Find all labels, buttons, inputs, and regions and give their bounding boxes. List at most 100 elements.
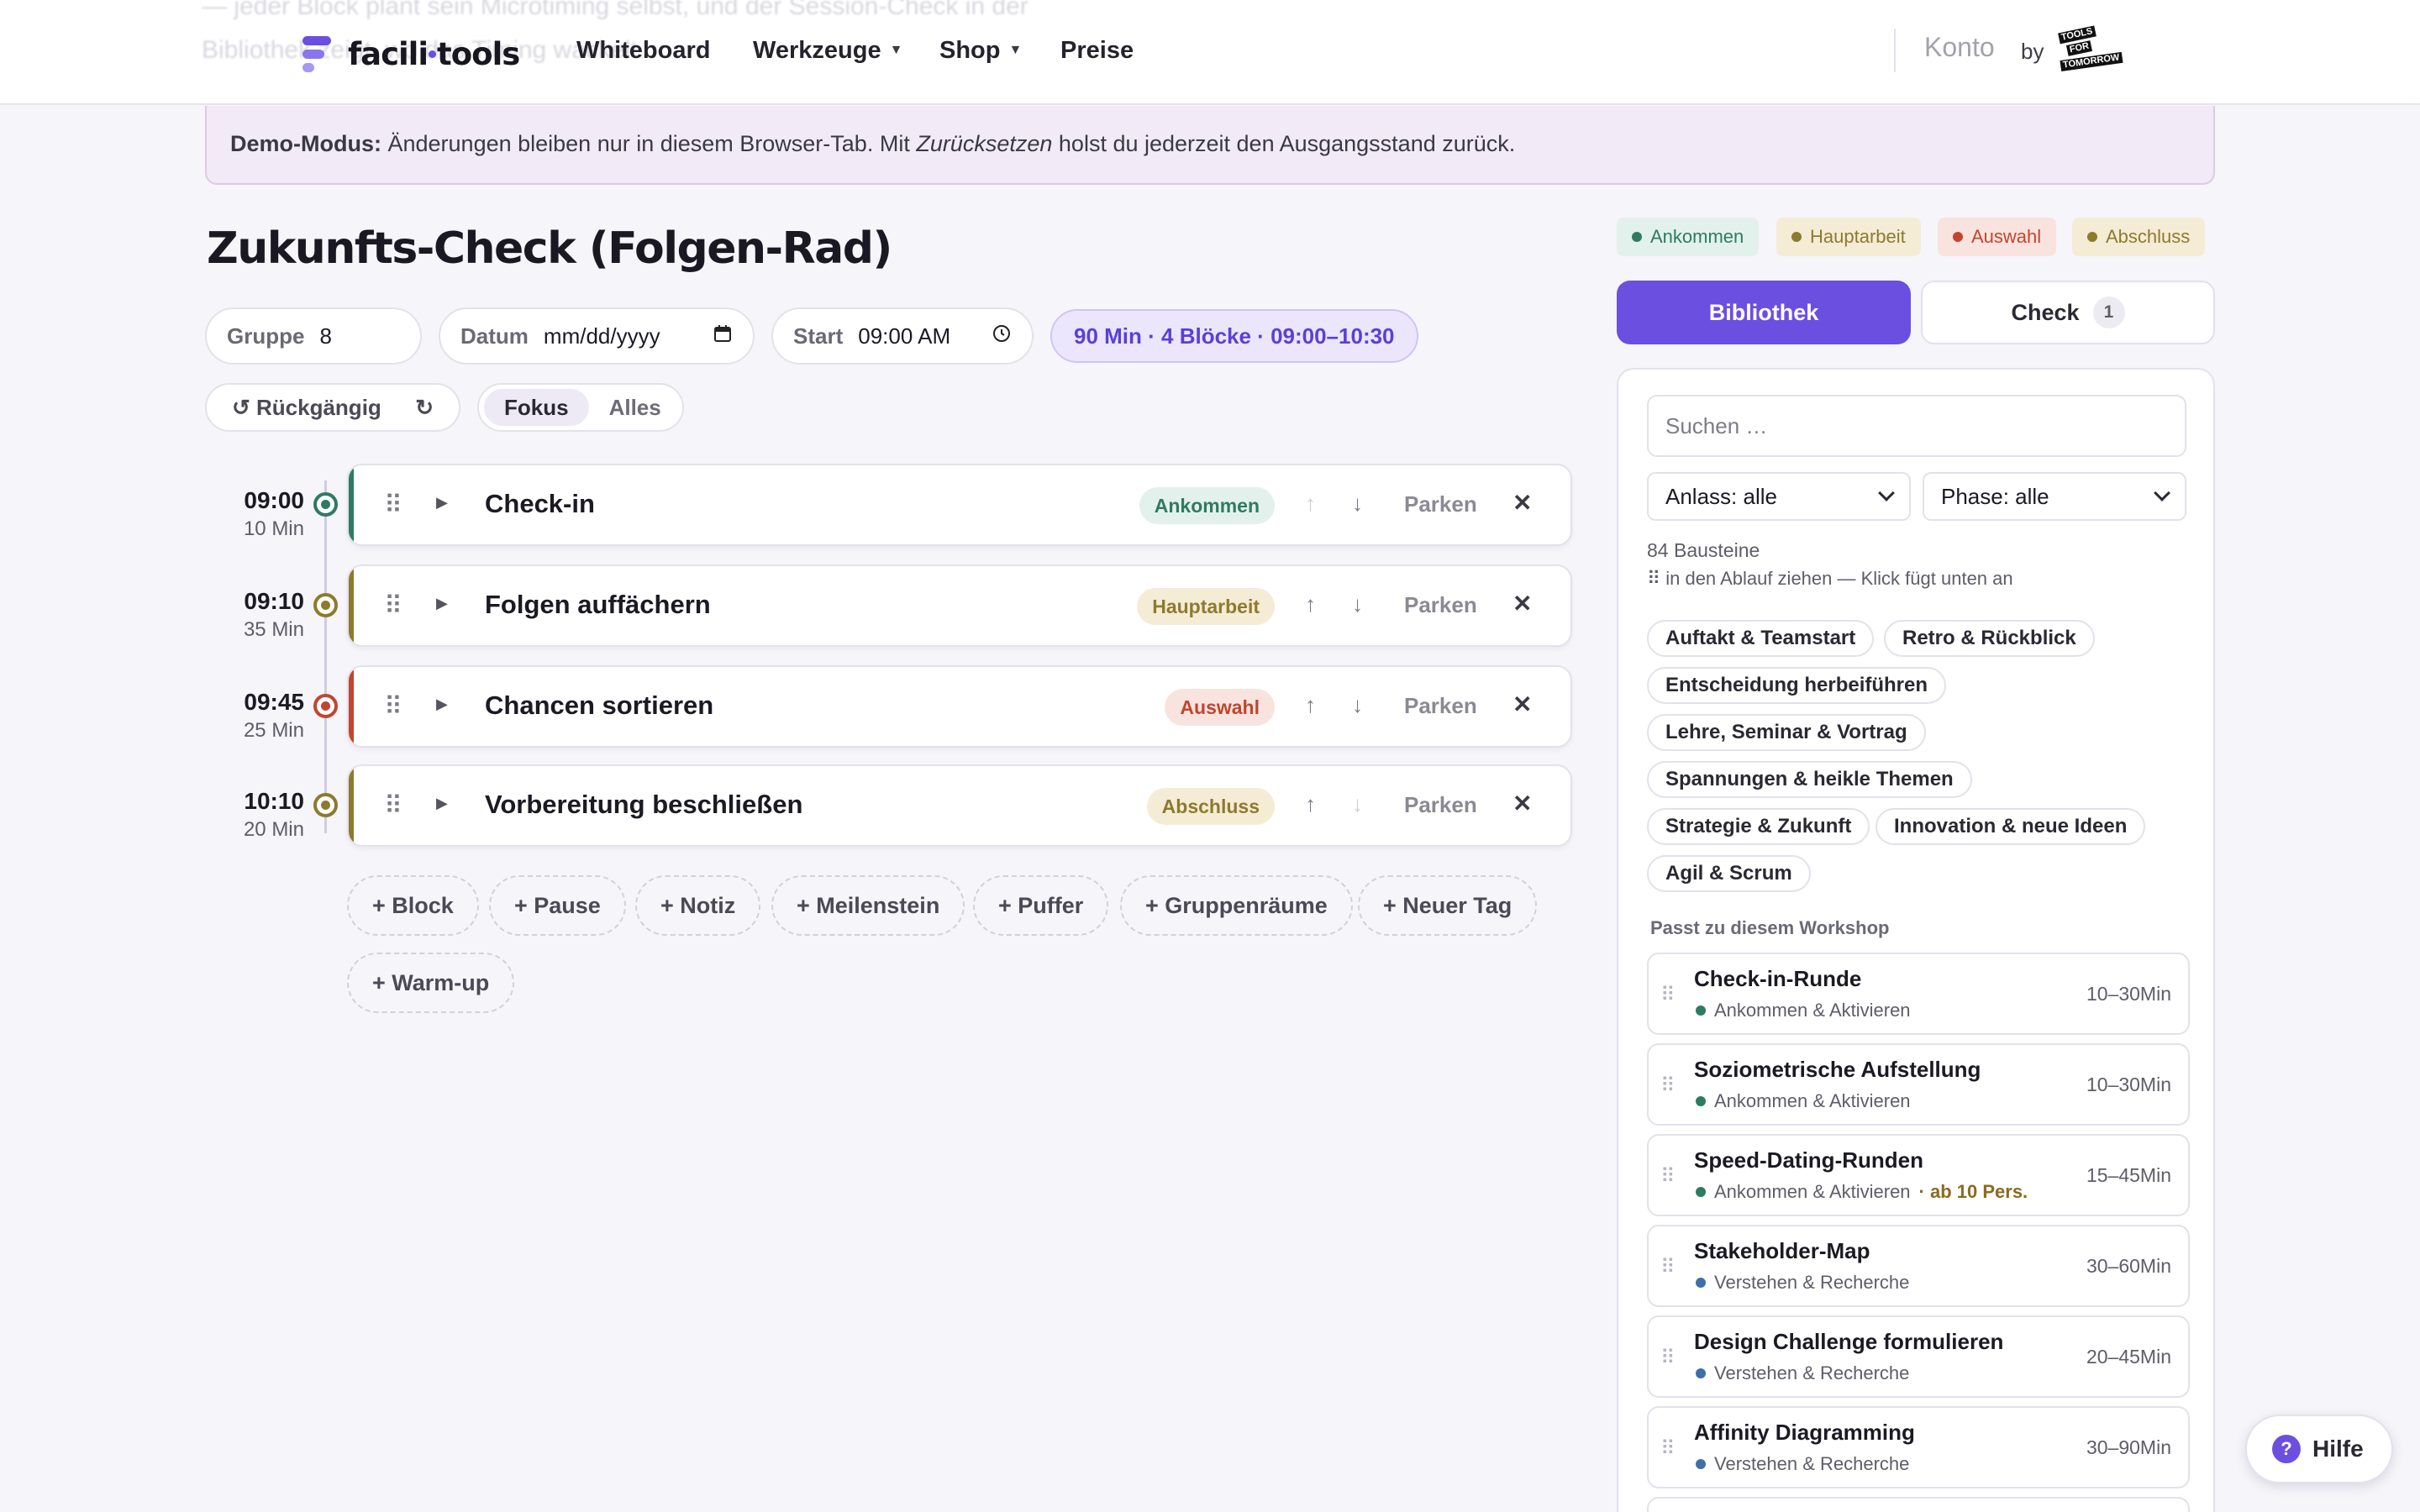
drag-handle-icon[interactable]: ⠿ (1660, 1255, 1676, 1279)
view-all-button[interactable]: Alles (589, 389, 681, 426)
field-value[interactable]: 09:00 AM (858, 323, 950, 349)
filter-anlass-select[interactable]: Anlass: alle (1647, 472, 1911, 521)
remove-block-button[interactable]: ✕ (1512, 790, 1532, 817)
occasion-chip[interactable]: Auftakt & Teamstart (1647, 620, 1875, 657)
move-down-button[interactable]: ↓ (1352, 491, 1363, 517)
library-search-input[interactable] (1647, 395, 2186, 457)
library-card[interactable]: ⠿ Speed-Dating-Runden Ankommen & Aktiviere… (1647, 1134, 2190, 1216)
move-up-button[interactable]: ↑ (1305, 591, 1316, 617)
drag-handle-icon[interactable]: ⠿ (1660, 1164, 1676, 1189)
occasion-chip[interactable]: Spannungen & heikle Themen (1647, 761, 1972, 798)
block-title[interactable]: Chancen sortieren (485, 690, 713, 721)
park-button[interactable]: Parken (1404, 693, 1477, 719)
field-value[interactable]: mm/dd/yyyy (544, 323, 660, 349)
phase-legend-chip: Auswahl (1938, 218, 2057, 256)
card-title: Check-in-Runde (1694, 966, 1862, 991)
start-time-field[interactable]: Start 09:00 AM (771, 307, 1034, 365)
move-down-button[interactable]: ↓ (1352, 692, 1363, 718)
schedule-block[interactable]: ⠿ ▶ Chancen sortieren Auswahl ↑ ↓ Parken ✕ (347, 665, 1572, 748)
help-button[interactable]: ? Hilfe (2245, 1415, 2393, 1483)
calendar-icon[interactable] (713, 323, 733, 349)
occasion-chip[interactable]: Entscheidung herbeiführen (1647, 667, 1947, 704)
move-down-button[interactable]: ↓ (1352, 591, 1363, 617)
view-focus-button[interactable]: Fokus (484, 389, 589, 426)
drag-handle-icon[interactable]: ⠿ (1660, 983, 1676, 1007)
move-down-button[interactable]: ↓ (1352, 791, 1363, 817)
tab-check[interactable]: Check 1 (1921, 281, 2215, 344)
clock-icon[interactable] (992, 323, 1012, 349)
add-element-button[interactable]: + Gruppenräume (1120, 875, 1353, 936)
card-duration: 10–30Min (2086, 983, 2171, 1005)
occasion-chip[interactable]: Lehre, Seminar & Vortrag (1647, 714, 1926, 751)
library-card[interactable]: ⠿ Stakeholder-Map Verstehen & Recherche 30–… (1647, 1225, 2190, 1307)
expand-triangle-icon[interactable]: ▶ (436, 595, 448, 612)
schedule-block[interactable]: ⠿ ▶ Folgen auffächern Hauptarbeit ↑ ↓ Parken ✕ (347, 564, 1572, 647)
filter-phase-select[interactable]: Phase: alle (1923, 472, 2186, 521)
expand-triangle-icon[interactable]: ▶ (436, 696, 448, 713)
expand-triangle-icon[interactable]: ▶ (436, 795, 448, 812)
drag-handle-icon[interactable]: ⠿ (1660, 1346, 1676, 1370)
block-title[interactable]: Check-in (485, 489, 595, 519)
move-up-button[interactable]: ↑ (1305, 791, 1316, 817)
nav-preise[interactable]: Preise (1060, 35, 1134, 66)
add-element-button[interactable]: + Warm-up (347, 953, 515, 1013)
add-element-button[interactable]: + Notiz (635, 875, 761, 936)
block-time: 10:10 20 Min (235, 788, 304, 842)
undo-button[interactable]: ↺ Rückgängig (232, 395, 381, 421)
library-card[interactable]: ⠿ Check-in-Runde Ankommen & Aktivieren 10–3… (1647, 953, 2190, 1035)
brand-logo[interactable]: facili tools (301, 34, 520, 74)
drag-handle-icon[interactable]: ⠿ (384, 692, 402, 722)
occasion-chip[interactable]: Innovation & neue Ideen (1876, 808, 2146, 845)
add-element-button[interactable]: + Puffer (973, 875, 1109, 936)
add-element-button[interactable]: + Neuer Tag (1358, 875, 1538, 936)
nav-shop[interactable]: Shop ▼ (939, 35, 1022, 66)
remove-block-button[interactable]: ✕ (1512, 489, 1532, 517)
library-card[interactable]: ⠿Clusetta (3-Spalten-Download) (1647, 1497, 2190, 1512)
library-card[interactable]: ⠿ Affinity Diagramming Verstehen & Recherc… (1647, 1406, 2190, 1488)
banner-reset-word: Zurücksetzen (916, 131, 1053, 156)
schedule-block[interactable]: ⠿ ▶ Check-in Ankommen ↑ ↓ Parken ✕ (347, 464, 1572, 546)
brand-name: facili tools (348, 35, 520, 72)
redo-button[interactable]: ↻ (415, 395, 434, 421)
nav-divider (1894, 29, 1896, 72)
block-title[interactable]: Vorbereitung beschließen (485, 790, 802, 820)
drag-handle-icon[interactable]: ⠿ (1660, 1074, 1676, 1098)
group-size-field[interactable]: Gruppe 8 (205, 307, 422, 365)
library-card[interactable]: ⠿ Design Challenge formulieren Verstehen &… (1647, 1315, 2190, 1398)
park-button[interactable]: Parken (1404, 592, 1477, 618)
add-element-button[interactable]: + Block (347, 875, 479, 936)
nav-werkzeuge[interactable]: Werkzeuge ▼ (753, 35, 902, 66)
select-value: Anlass: alle (1665, 483, 1777, 509)
occasion-chip[interactable]: Strategie & Zukunft (1647, 808, 1870, 845)
partner-logo[interactable]: TOOLS FOR TOMORROW (2055, 25, 2123, 73)
tab-label: Check (2011, 299, 2080, 325)
drag-handle-icon[interactable]: ⠿ (384, 791, 402, 821)
tab-library[interactable]: Bibliothek (1617, 281, 1911, 344)
nav-whiteboard[interactable]: Whiteboard (576, 35, 711, 66)
phase-dot-icon (2087, 232, 2097, 242)
expand-triangle-icon[interactable]: ▶ (436, 494, 448, 512)
block-title[interactable]: Folgen auffächern (485, 590, 711, 620)
category-dot-icon (1696, 1005, 1706, 1016)
move-up-button[interactable]: ↑ (1305, 491, 1316, 517)
date-field[interactable]: Datum mm/dd/yyyy (439, 307, 755, 365)
add-element-button[interactable]: + Meilenstein (771, 875, 965, 936)
park-button[interactable]: Parken (1404, 491, 1477, 517)
caret-down-icon: ▼ (1008, 43, 1023, 57)
add-element-button[interactable]: + Pause (489, 875, 626, 936)
occasion-chip[interactable]: Retro & Rückblick (1884, 620, 2095, 657)
move-up-button[interactable]: ↑ (1305, 692, 1316, 718)
drag-handle-icon[interactable]: ⠿ (384, 491, 402, 520)
remove-block-button[interactable]: ✕ (1512, 690, 1532, 718)
undo-redo-group: ↺ Rückgängig ↻ (205, 383, 460, 432)
remove-block-button[interactable]: ✕ (1512, 590, 1532, 617)
park-button[interactable]: Parken (1404, 792, 1477, 818)
drag-handle-icon[interactable]: ⠿ (1660, 1436, 1676, 1461)
schedule-block[interactable]: ⠿ ▶ Vorbereitung beschließen Abschluss ↑ ↓ Par… (347, 764, 1572, 847)
banner-text: Änderungen bleiben nur in diesem Browser… (381, 131, 917, 156)
occasion-chip[interactable]: Agil & Scrum (1647, 855, 1811, 892)
field-value[interactable]: 8 (319, 323, 331, 349)
library-card[interactable]: ⠿ Soziometrische Aufstellung Ankommen & Ak… (1647, 1043, 2190, 1126)
account-link[interactable]: Konto (1924, 32, 1995, 63)
drag-handle-icon[interactable]: ⠿ (384, 591, 402, 621)
